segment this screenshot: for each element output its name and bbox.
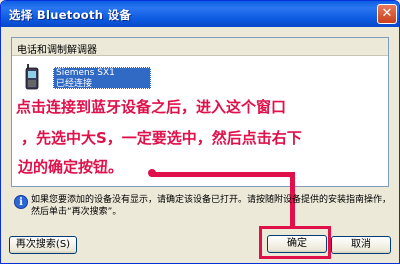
cancel-button[interactable]: 取消 [331, 236, 391, 254]
info-icon: i [14, 195, 28, 209]
device-label: Siemens SX1 已经连接 [53, 67, 151, 89]
device-list-item-siemens[interactable]: Siemens SX1 已经连接 [25, 63, 155, 93]
window-title: 选择 Bluetooth 设备 [9, 8, 132, 22]
info-message: 如果您要添加的设备没有显示，请确定该设备已打开。请按随附设备提供的安装指南操作，… [31, 195, 392, 217]
annotation-line-1: 点击连接到蓝牙设备之后，进入这个窗口 [16, 98, 287, 116]
device-name: Siemens SX1 [56, 68, 115, 78]
annotation-line-2: ，先选中大S，一定要选中，然后点击右下 [21, 129, 302, 147]
ok-button[interactable]: 确定 [267, 235, 327, 253]
device-status: 已经连接 [56, 79, 93, 89]
bluetooth-device-dialog: 选择 Bluetooth 设备 ✕ 电话和调制解调器 Siemens SX1 已… [0, 0, 400, 264]
search-again-button[interactable]: 再次搜索(S) [9, 236, 77, 254]
title-bar[interactable]: 选择 Bluetooth 设备 ✕ [1, 1, 399, 27]
group-title: 电话和调制解调器 [17, 45, 97, 56]
mobile-phone-icon [25, 64, 39, 90]
close-icon: ✕ [381, 6, 393, 21]
annotation-arrow-horizontal [151, 172, 293, 177]
group-header: 电话和调制解调器 [12, 38, 388, 56]
close-button[interactable]: ✕ [377, 4, 397, 24]
annotation-line-3: 边的确定按钮。 [18, 158, 124, 176]
